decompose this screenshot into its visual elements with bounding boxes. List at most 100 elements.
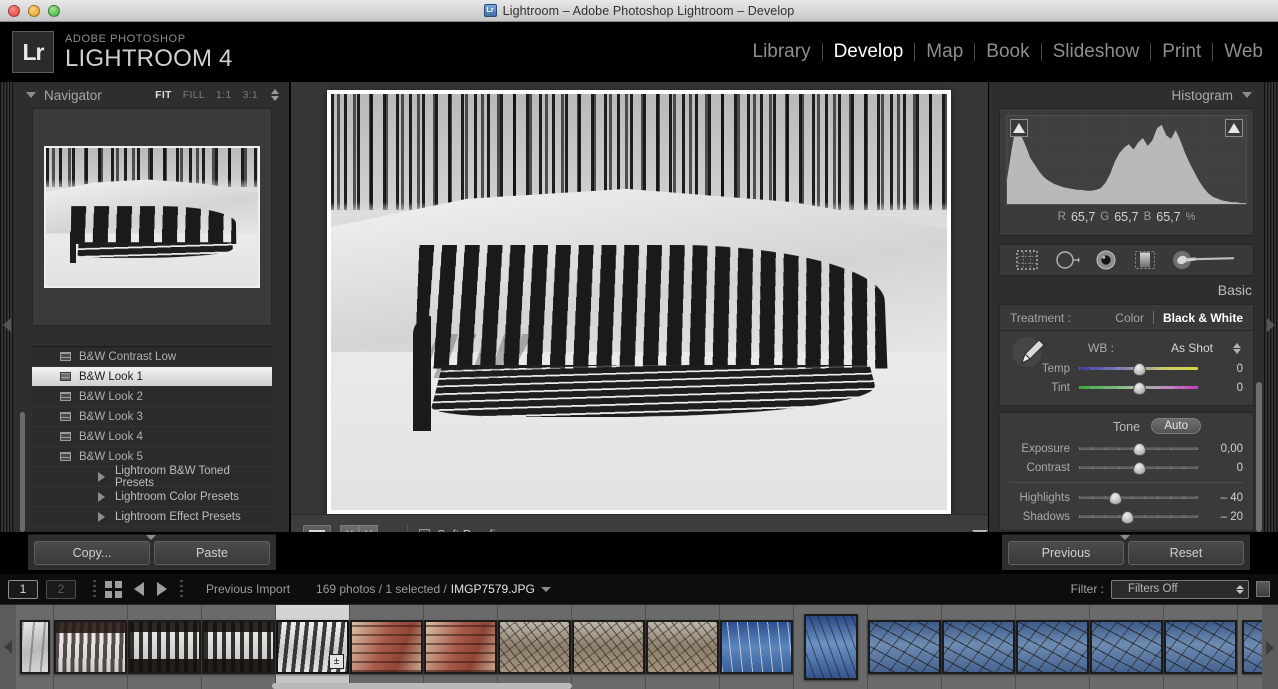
module-library[interactable]: Library — [742, 41, 822, 63]
left-panel-resize-nub[interactable] — [146, 535, 156, 540]
filter-select[interactable]: Filters Off — [1111, 579, 1249, 599]
left-panel-collapse-handle[interactable] — [0, 82, 14, 572]
filmstrip-thumbnail[interactable] — [54, 605, 128, 689]
photo-bw-snow-bench[interactable] — [331, 94, 947, 510]
filmstrip-thumbnail[interactable] — [498, 605, 572, 689]
screen-1-button[interactable]: 1 — [8, 579, 38, 599]
slider-exposure[interactable]: Exposure 0,00 — [1010, 439, 1243, 458]
slider-highlights-track[interactable] — [1078, 492, 1199, 505]
filmstrip-thumbnail[interactable] — [794, 605, 868, 689]
histogram-header[interactable]: Histogram — [989, 82, 1264, 108]
red-eye-correction-tool[interactable] — [1094, 249, 1118, 271]
zoom-fill[interactable]: FILL — [183, 89, 205, 101]
slider-tint-knob[interactable] — [1132, 382, 1146, 395]
current-filename[interactable]: IMGP7579.JPG — [451, 582, 535, 596]
white-balance-selector-icon[interactable] — [1010, 335, 1050, 376]
thumbnail-image — [54, 620, 127, 674]
navigator-preview[interactable] — [32, 108, 272, 326]
preset-bw-look-1[interactable]: B&W Look 1 — [32, 367, 272, 387]
highlight-clipping-indicator[interactable] — [1225, 119, 1243, 137]
grid-view-icon[interactable] — [105, 580, 122, 598]
slider-shadows[interactable]: Shadows – 20 — [1010, 507, 1243, 526]
basic-panel-header[interactable]: Basic — [989, 276, 1264, 304]
crop-overlay-tool[interactable] — [1015, 249, 1039, 271]
previous-button[interactable]: Previous — [1008, 540, 1124, 565]
develop-adjusted-badge[interactable]: ± — [329, 654, 344, 669]
right-panel-collapse-handle[interactable] — [1264, 82, 1278, 572]
preset-bw-look-2[interactable]: B&W Look 2 — [32, 387, 272, 407]
presets-scrollbar[interactable] — [20, 412, 25, 532]
slider-temp-track[interactable] — [1078, 363, 1199, 376]
slider-exposure-track[interactable] — [1078, 443, 1199, 456]
filmstrip-thumbnail[interactable] — [868, 605, 942, 689]
preset-group-bw-toned[interactable]: Lightroom B&W Toned Presets — [32, 465, 272, 489]
slider-contrast[interactable]: Contrast 0 — [1010, 458, 1243, 477]
filmstrip[interactable]: ± — [0, 604, 1278, 689]
filter-toggle-button[interactable] — [1256, 581, 1270, 597]
graduated-filter-tool[interactable] — [1133, 249, 1157, 271]
right-panel-resize-nub[interactable] — [1120, 535, 1130, 540]
slider-temp-knob[interactable] — [1132, 363, 1146, 376]
module-map[interactable]: Map — [915, 41, 974, 63]
preset-bw-look-4[interactable]: B&W Look 4 — [32, 427, 272, 447]
module-book[interactable]: Book — [975, 41, 1040, 63]
zoom-1-1[interactable]: 1:1 — [216, 89, 232, 101]
zoom-fit[interactable]: FIT — [155, 89, 172, 101]
module-develop[interactable]: Develop — [823, 41, 915, 63]
module-slideshow[interactable]: Slideshow — [1042, 41, 1151, 63]
module-print[interactable]: Print — [1151, 41, 1212, 63]
filmstrip-thumbnail[interactable] — [16, 605, 54, 689]
filmstrip-thumbnail[interactable] — [1164, 605, 1238, 689]
adjustment-brush-tool[interactable] — [1172, 249, 1238, 271]
filmstrip-thumbnail[interactable] — [424, 605, 498, 689]
slider-contrast-knob[interactable] — [1132, 462, 1146, 475]
preset-bw-look-3[interactable]: B&W Look 3 — [32, 407, 272, 427]
zoom-stepper-icon[interactable] — [271, 89, 279, 101]
filmstrip-thumbnail[interactable] — [646, 605, 720, 689]
slider-exposure-knob[interactable] — [1132, 443, 1146, 456]
navigate-forward-icon[interactable] — [157, 582, 167, 596]
slider-tint-track[interactable] — [1078, 382, 1199, 395]
slider-contrast-track[interactable] — [1078, 462, 1199, 475]
right-panel-scrollbar[interactable] — [1256, 382, 1262, 532]
shadow-clipping-indicator[interactable] — [1010, 119, 1028, 137]
slider-shadows-track[interactable] — [1078, 511, 1199, 524]
filmstrip-scrollbar[interactable] — [272, 683, 572, 689]
filmstrip-thumbnail-selected[interactable]: ± — [276, 605, 350, 689]
filename-chevron-down-icon[interactable] — [540, 586, 551, 592]
histogram-canvas[interactable] — [1006, 115, 1247, 205]
filmstrip-thumbnail[interactable] — [942, 605, 1016, 689]
preset-bw-contrast-low[interactable]: B&W Contrast Low — [32, 347, 272, 367]
treatment-black-white[interactable]: Black & White — [1163, 311, 1243, 325]
filmstrip-thumbnail[interactable] — [572, 605, 646, 689]
slider-shadows-knob[interactable] — [1120, 511, 1134, 524]
slider-highlights[interactable]: Highlights – 40 — [1010, 488, 1243, 507]
filmstrip-thumbnail[interactable] — [202, 605, 276, 689]
filmstrip-thumbnail[interactable] — [720, 605, 794, 689]
filmstrip-next-icon[interactable] — [1262, 605, 1278, 689]
filmstrip-thumbnail[interactable] — [1090, 605, 1164, 689]
zoom-3-1[interactable]: 3:1 — [243, 89, 259, 101]
navigate-back-icon[interactable] — [134, 582, 144, 596]
preset-group-color[interactable]: Lightroom Color Presets — [32, 487, 272, 507]
reset-button[interactable]: Reset — [1128, 540, 1244, 565]
filmstrip-thumbnail[interactable] — [350, 605, 424, 689]
auto-tone-button[interactable]: Auto — [1151, 418, 1201, 434]
treatment-color[interactable]: Color — [1115, 311, 1144, 325]
paste-button[interactable]: Paste — [154, 540, 270, 565]
source-label[interactable]: Previous Import — [206, 582, 290, 596]
filmstrip-previous-icon[interactable] — [0, 605, 16, 689]
copy-button[interactable]: Copy... — [34, 540, 150, 565]
slider-highlights-knob[interactable] — [1108, 492, 1122, 505]
preset-group-effect[interactable]: Lightroom Effect Presets — [32, 507, 272, 527]
spot-removal-tool[interactable] — [1054, 249, 1080, 271]
screen-2-button[interactable]: 2 — [46, 579, 76, 599]
filmstrip-thumbnail[interactable] — [1016, 605, 1090, 689]
navigator-header[interactable]: Navigator FIT FILL 1:1 3:1 — [14, 82, 289, 108]
image-viewer[interactable] — [291, 82, 1000, 572]
wb-stepper-icon[interactable] — [1233, 342, 1241, 354]
slider-tint[interactable]: Tint 0 — [1010, 378, 1243, 397]
filmstrip-thumbnail[interactable] — [128, 605, 202, 689]
identity-plate[interactable]: Lr ADOBE PHOTOSHOP LIGHTROOM 4 — [12, 31, 233, 73]
module-web[interactable]: Web — [1213, 41, 1274, 63]
